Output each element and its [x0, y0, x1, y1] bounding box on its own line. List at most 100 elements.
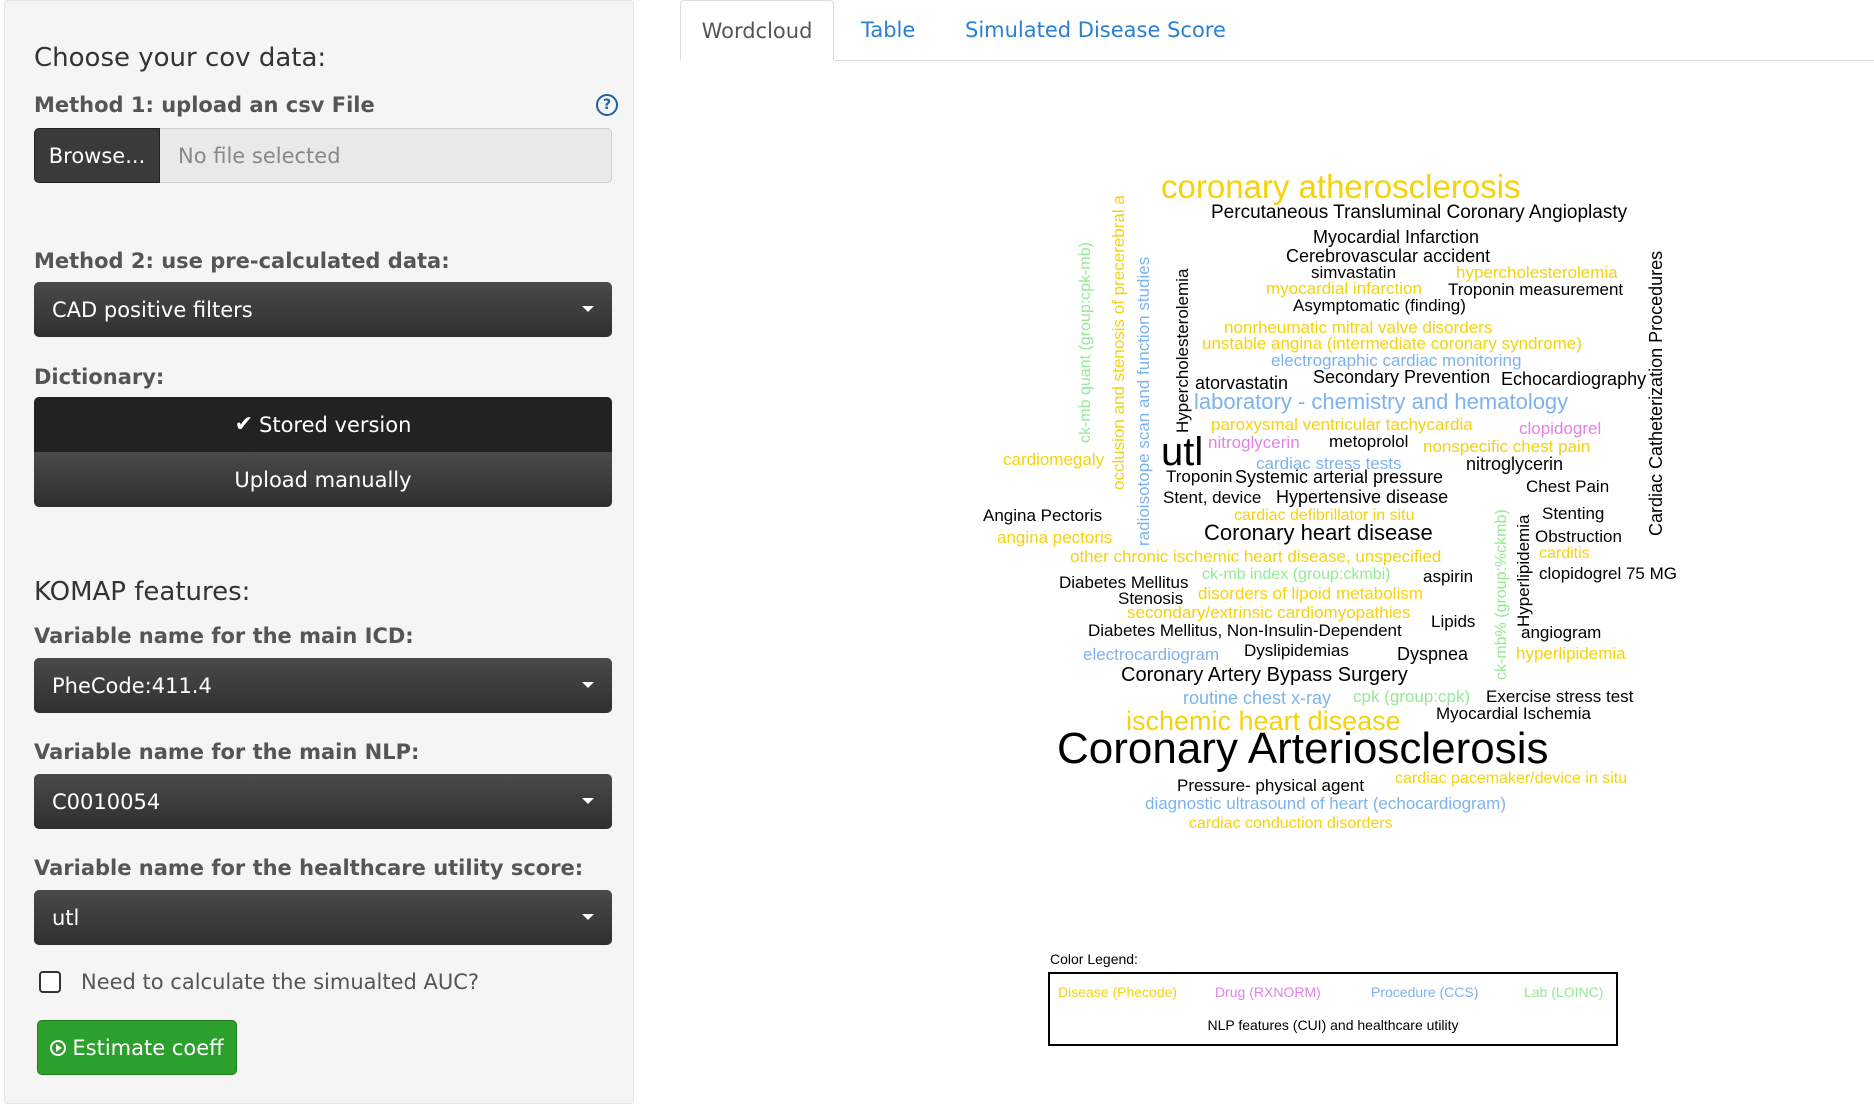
tab-table[interactable]: Table: [861, 0, 915, 60]
word: Diabetes Mellitus, Non-Insulin-Dependent: [1088, 621, 1402, 640]
word: nonrheumatic mitral valve disorders: [1224, 318, 1493, 337]
word: Percutaneous Transluminal Coronary Angio…: [1211, 202, 1628, 223]
estimate-coeff-button[interactable]: Estimate coeff: [37, 1020, 237, 1075]
word: Troponin: [1166, 467, 1233, 486]
word: clopidogrel: [1519, 419, 1602, 438]
word: Hypercholesterolemia: [1173, 268, 1192, 433]
nlp-value: C0010054: [52, 789, 161, 814]
word: simvastatin: [1311, 263, 1397, 282]
icd-label: Variable name for the main ICD:: [34, 624, 414, 648]
auc-checkbox-label: Need to calculate the simualted AUC?: [81, 970, 480, 994]
word: Secondary Prevention: [1313, 367, 1491, 387]
legend-drug: Drug (RXNORM): [1215, 984, 1321, 1000]
word: Asymptomatic (finding): [1293, 296, 1466, 315]
word: Hyperlipidemia: [1514, 514, 1533, 627]
legend-disease: Disease (Phecode): [1058, 984, 1178, 1000]
play-circle-icon: [50, 1039, 67, 1056]
word: Stenting: [1542, 504, 1605, 523]
word: Lipids: [1431, 612, 1476, 631]
word: Myocardial Ischemia: [1436, 704, 1591, 723]
nlp-label: Variable name for the main NLP:: [34, 740, 420, 764]
word: disorders of lipoid metabolism: [1198, 584, 1423, 603]
icd-value: PheCode:411.4: [52, 673, 212, 698]
legend-nlp: NLP features (CUI) and healthcare utilit…: [1207, 1017, 1459, 1033]
word: nonspecific chest pain: [1423, 437, 1591, 456]
word: nitroglycerin: [1466, 454, 1564, 474]
estimate-coeff-label: Estimate coeff: [72, 1035, 224, 1060]
file-name-field[interactable]: No file selected: [160, 128, 612, 183]
legend-lab: Lab (LOINC): [1524, 984, 1604, 1000]
word: cpk (group:cpk): [1353, 687, 1471, 706]
word: paroxysmal ventricular tachycardia: [1211, 415, 1473, 434]
word: clopidogrel 75 MG: [1539, 564, 1677, 583]
word: Obstruction: [1535, 527, 1622, 546]
word: Systemic arterial pressure: [1235, 467, 1444, 487]
word: hypercholesterolemia: [1456, 263, 1618, 282]
word: aspirin: [1423, 567, 1474, 586]
dict-stored-button[interactable]: ✔ Stored version: [34, 397, 612, 452]
word: cardiomegaly: [1003, 450, 1105, 469]
word: Chest Pain: [1526, 477, 1610, 496]
word: atorvastatin: [1195, 373, 1289, 393]
word: angina pectoris: [997, 528, 1113, 547]
word: Echocardiography: [1501, 369, 1647, 389]
word: metoprolol: [1329, 432, 1409, 451]
auc-checkbox[interactable]: [39, 971, 61, 993]
dict-manual-button[interactable]: Upload manually: [34, 452, 612, 507]
word: hyperlipidemia: [1516, 644, 1626, 663]
word: utl: [1161, 430, 1204, 474]
word: Troponin measurement: [1448, 280, 1624, 299]
komap-heading: KOMAP features:: [34, 577, 251, 607]
method2-label: Method 2: use pre-calculated data:: [34, 249, 450, 273]
tab-wordcloud[interactable]: Wordcloud: [680, 0, 834, 61]
auc-checkbox-row[interactable]: Need to calculate the simualted AUC?: [39, 970, 479, 994]
word: Coronary heart disease: [1204, 520, 1433, 545]
word: angiogram: [1521, 623, 1602, 642]
word: Cardiac Catheterization Procedures: [1646, 250, 1666, 536]
util-value: utl: [52, 905, 80, 930]
word: other chronic ischemic heart disease, un…: [1070, 547, 1442, 566]
method2-value: CAD positive filters: [52, 297, 253, 322]
word: Stent, device: [1163, 488, 1262, 507]
check-icon: ✔: [234, 412, 253, 437]
util-select[interactable]: utl: [34, 890, 612, 945]
word: Cerebrovascular accident: [1286, 246, 1491, 266]
word: Dyspnea: [1397, 644, 1469, 664]
tabs-divider: [680, 60, 1874, 61]
word: Hypertensive disease: [1276, 487, 1449, 507]
file-upload[interactable]: Browse... No file selected: [34, 128, 612, 183]
word: ck-mb quant (group:cpk-mb): [1077, 242, 1094, 443]
word: Exercise stress test: [1486, 687, 1634, 706]
help-icon[interactable]: ?: [596, 94, 618, 116]
word: Stenosis: [1118, 589, 1184, 608]
word: radioisotope scan and function studies: [1134, 256, 1153, 546]
word: Coronary Artery Bypass Surgery: [1121, 664, 1408, 686]
browse-button[interactable]: Browse...: [34, 128, 160, 183]
legend-procedure: Procedure (CCS): [1371, 984, 1479, 1000]
nlp-select[interactable]: C0010054: [34, 774, 612, 829]
icd-select[interactable]: PheCode:411.4: [34, 658, 612, 713]
word: Diabetes Mellitus: [1059, 573, 1189, 592]
word: ck-mb% (group:%ckmb): [1493, 509, 1510, 680]
word: unstable angina (intermediate coronary s…: [1202, 334, 1582, 353]
tab-simulated-disease-score[interactable]: Simulated Disease Score: [965, 0, 1226, 60]
chevron-down-icon: [582, 798, 594, 804]
word: myocardial infarction: [1266, 279, 1422, 298]
util-label: Variable name for the healthcare utility…: [34, 856, 584, 880]
chevron-down-icon: [582, 306, 594, 312]
dict-stored-label: Stored version: [259, 412, 412, 437]
chevron-down-icon: [582, 914, 594, 920]
word: occlusion and stenosis of precerebral a: [1109, 195, 1128, 490]
word: Angina Pectoris: [983, 506, 1103, 525]
word: Dyslipidemias: [1244, 641, 1349, 660]
word: secondary/extrinsic cardiomyopathies: [1127, 603, 1411, 622]
word: nitroglycerin: [1208, 433, 1300, 452]
dictionary-label: Dictionary:: [34, 365, 165, 389]
method2-select[interactable]: CAD positive filters: [34, 282, 612, 337]
word: cardiac conduction disorders: [1189, 815, 1393, 832]
word: diagnostic ultrasound of heart (echocard…: [1145, 794, 1506, 813]
word: Pressure- physical agent: [1177, 776, 1365, 795]
word: Coronary Arteriosclerosis: [1057, 724, 1549, 773]
word: cardiac pacemaker/device in situ: [1395, 770, 1628, 787]
word: coronary atherosclerosis: [1161, 168, 1521, 205]
